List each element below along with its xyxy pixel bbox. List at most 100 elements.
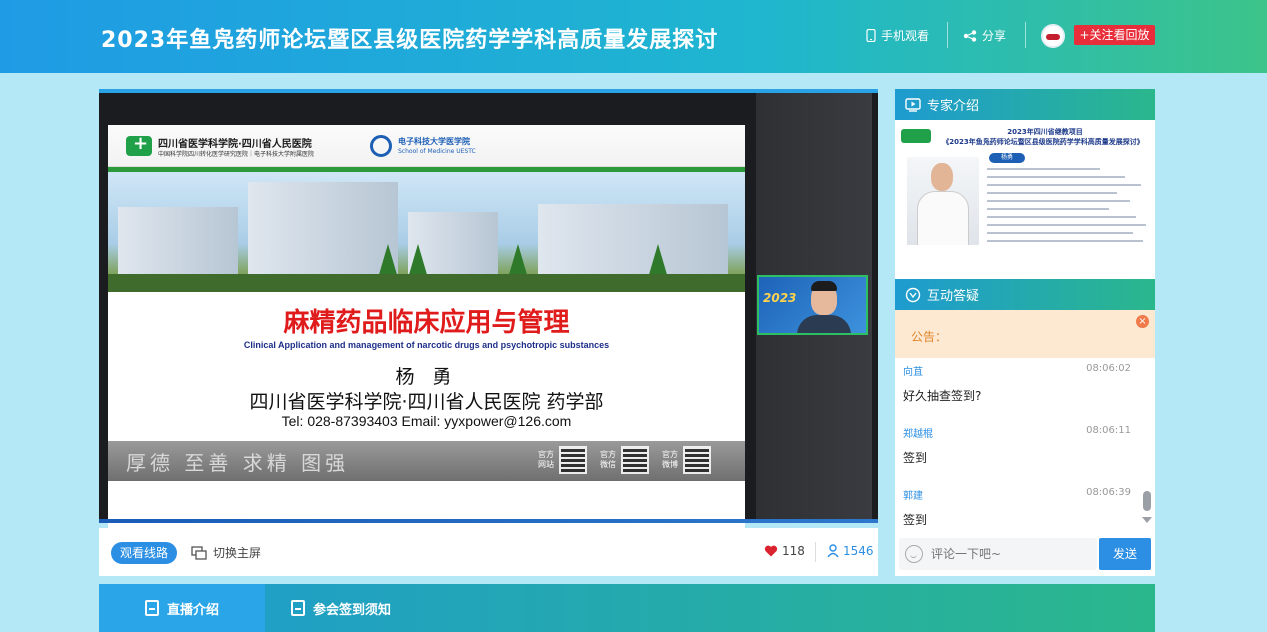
heart-icon xyxy=(764,545,778,557)
scroll-down-icon[interactable] xyxy=(1142,517,1152,523)
speaker-contact: Tel: 028-87393403 Email: yyxpower@126.co… xyxy=(281,413,572,429)
announcement-bar: 公告： × xyxy=(895,310,1155,358)
send-button[interactable]: 发送 xyxy=(1099,538,1151,570)
message-user: 郑越棍 xyxy=(903,429,933,440)
like-count: 118 xyxy=(782,544,805,558)
hospital-subtitle: 中国科学院四川转化医学研究医院｜电子科技大学附属医院 xyxy=(158,151,315,158)
user-icon xyxy=(827,544,839,558)
comment-box[interactable] xyxy=(899,538,1097,570)
qa-panel-title: 互动答疑 xyxy=(927,289,980,304)
organizer-avatar[interactable] xyxy=(1041,24,1065,48)
slide-subtitle-en: Clinical Application and management of n… xyxy=(243,340,610,350)
tab-checkin-notice[interactable]: 参会签到须知 xyxy=(291,584,391,632)
video-play-icon xyxy=(905,97,921,112)
hospital-logo-icon xyxy=(126,133,152,156)
message-user: 郭建 xyxy=(903,491,923,502)
message-list: 向苴 08:06:02 好久抽查签到? 郑越棍 08:06:11 签到 郭建 0… xyxy=(895,361,1143,547)
share-button[interactable]: 分享 xyxy=(963,27,1006,44)
building xyxy=(248,182,398,282)
lawn xyxy=(108,274,745,292)
tab-live-intro[interactable]: 直播介绍 xyxy=(99,584,265,632)
close-icon[interactable]: × xyxy=(1136,315,1149,328)
like-button[interactable]: 118 xyxy=(764,544,805,558)
video-player[interactable]: 四川省医学科学院·四川省人民医院 中国科学院四川转化医学研究医院｜电子科技大学附… xyxy=(99,89,878,538)
message-time: 08:06:39 xyxy=(1086,487,1131,498)
video-bottom-bar xyxy=(99,519,878,523)
message-text: 好久抽查签到? xyxy=(903,389,982,403)
speaker-name: 杨 勇 xyxy=(395,366,458,388)
announcement-label: 公告： xyxy=(911,330,948,344)
player-controls: 观看线路 切换主屏 118 1546 xyxy=(99,528,878,576)
tree xyxy=(378,244,398,278)
tab-label: 直播介绍 xyxy=(166,602,219,618)
qr-code-icon xyxy=(621,446,649,474)
share-icon xyxy=(963,29,977,42)
bottom-tabs: 直播介绍 参会签到须知 xyxy=(99,584,1155,632)
qa-panel: 互动答疑 公告： × 向苴 08:06:02 好久抽查签到? 郑越棍 08:06… xyxy=(895,279,1155,576)
qa-panel-header: 互动答疑 xyxy=(895,279,1155,310)
expert-card-subtitle: 《2023年鱼凫药师论坛暨区县级医院药学学科高质量发展探讨》 xyxy=(942,138,1144,146)
qr-website: 官方网站 xyxy=(538,446,587,474)
message-text: 签到 xyxy=(903,513,928,527)
hospital-motto: 厚德 至善 求精 图强 xyxy=(126,451,350,475)
viewer-count-value: 1546 xyxy=(843,544,874,558)
slide-footer: 厚德 至善 求精 图强 官方网站 官方微信 官方微博 xyxy=(108,441,745,481)
controls-divider xyxy=(815,542,816,562)
message-text: 签到 xyxy=(903,451,928,465)
mobile-watch-button[interactable]: 手机观看 xyxy=(866,27,929,44)
list-item: 向苴 08:06:02 好久抽查签到? xyxy=(895,361,1143,423)
slide-logo-band: 四川省医学科学院·四川省人民医院 中国科学院四川转化医学研究医院｜电子科技大学附… xyxy=(108,125,745,167)
speaker-institution: 四川省医学科学院·四川省人民医院 药学部 xyxy=(249,391,604,413)
follow-replay-button[interactable]: +关注看回放 xyxy=(1074,25,1155,45)
qr-label: 官方微博 xyxy=(662,450,678,469)
emoji-icon[interactable] xyxy=(905,545,923,563)
message-time: 08:06:11 xyxy=(1086,425,1131,436)
switch-screen-icon xyxy=(191,545,207,560)
document-icon xyxy=(144,600,159,616)
expert-panel-header: 专家介绍 xyxy=(895,89,1155,120)
list-item: 郑越棍 08:06:11 签到 xyxy=(895,423,1143,485)
presentation-slide: 四川省医学科学院·四川省人民医院 中国科学院四川转化医学研究医院｜电子科技大学附… xyxy=(108,125,745,538)
university-name: 电子科技大学医学院 xyxy=(398,137,470,146)
comment-input[interactable] xyxy=(931,547,1081,561)
speaker-camera[interactable]: 2023 xyxy=(757,275,868,335)
phone-icon xyxy=(866,29,876,42)
watch-route-button[interactable]: 观看线路 xyxy=(111,542,177,564)
message-user: 向苴 xyxy=(903,367,923,378)
mobile-watch-label: 手机观看 xyxy=(881,29,930,43)
university-name-en: School of Medicine UESTC xyxy=(398,148,476,155)
scrollbar-thumb[interactable] xyxy=(1143,491,1151,511)
page-title: 2023年鱼凫药师论坛暨区县级医院药学学科高质量发展探讨 xyxy=(101,28,719,53)
camera-banner-text: 2023 xyxy=(763,291,797,305)
expert-profile-card[interactable]: 2023年四川省继教项目 《2023年鱼凫药师论坛暨区县级医院药学学科高质量发展… xyxy=(895,124,1155,294)
hospital-name: 四川省医学科学院·四川省人民医院 xyxy=(158,139,312,150)
qr-wechat: 官方微信 xyxy=(600,446,649,474)
qr-weibo: 官方微博 xyxy=(662,446,711,474)
qr-code-icon xyxy=(559,446,587,474)
tree xyxy=(508,244,528,278)
tab-label: 参会签到须知 xyxy=(313,602,392,618)
expert-coat xyxy=(917,191,969,245)
tree xyxy=(408,244,428,278)
top-header: 2023年鱼凫药师论坛暨区县级医院药学学科高质量发展探讨 手机观看 分享 +关注… xyxy=(0,0,1267,73)
speaker-hair xyxy=(811,281,837,291)
chat-icon xyxy=(905,287,921,302)
qr-label: 官方微信 xyxy=(600,450,616,469)
qr-label: 官方网站 xyxy=(538,450,554,469)
switch-main-screen-button[interactable]: 切换主屏 xyxy=(191,544,261,561)
speaker-body xyxy=(797,315,851,333)
program-logo-icon xyxy=(901,129,931,143)
share-label: 分享 xyxy=(982,29,1007,43)
expert-name-badge: 杨勇 xyxy=(989,153,1025,163)
building xyxy=(538,204,728,282)
viewer-count: 1546 xyxy=(827,544,874,558)
university-logo-icon xyxy=(370,135,392,157)
hospital-photo xyxy=(108,172,745,292)
expert-intro-panel: 专家介绍 2023年四川省继教项目 《2023年鱼凫药师论坛暨区县级医院药学学科… xyxy=(895,89,1155,294)
header-divider xyxy=(1025,22,1026,48)
slide-title: 麻精药品临床应用与管理 xyxy=(283,308,570,338)
expert-photo xyxy=(907,157,979,245)
header-divider xyxy=(947,22,948,48)
expert-card-title: 2023年四川省继教项目 xyxy=(1007,128,1083,136)
expert-panel-title: 专家介绍 xyxy=(927,99,980,114)
